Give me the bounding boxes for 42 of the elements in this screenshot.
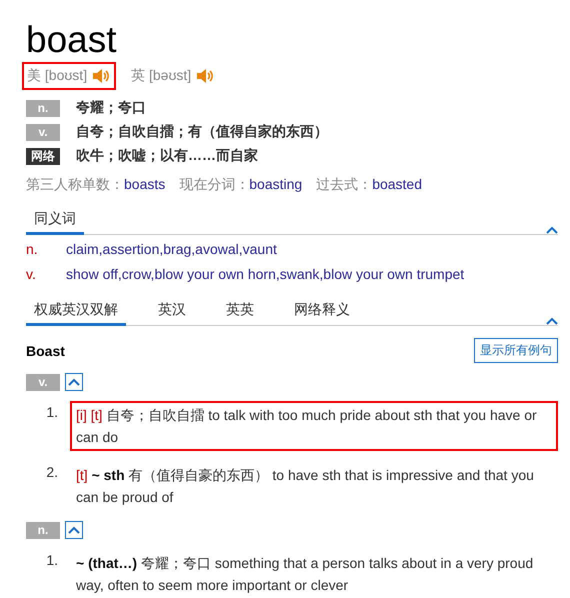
pos-label: v.	[26, 265, 37, 284]
synonym-links[interactable]: claim,assertion,brag,avowal,vaunt	[66, 237, 277, 262]
inflection-link[interactable]: boasts	[124, 176, 166, 192]
pos-tag: n.	[26, 100, 60, 116]
speaker-icon[interactable]	[91, 66, 112, 86]
collapse-toggle[interactable]	[65, 521, 83, 539]
collapse-icon[interactable]	[546, 317, 558, 325]
pos-tag: v.	[26, 374, 60, 390]
meaning-text: 夸耀；夸口	[76, 99, 146, 117]
sense-definition: ~ (that…) 夸耀；夸口 something that a person talks about in a very proud way, often to seem more important or clever	[75, 554, 534, 595]
inflection-label: 第三人称单数：	[26, 176, 124, 192]
speaker-icon[interactable]	[195, 66, 216, 86]
collapse-icon[interactable]	[546, 226, 558, 234]
collapse-icon[interactable]	[68, 526, 80, 534]
inflection-link[interactable]: boasted	[372, 176, 422, 192]
sense-number: 1.	[45, 403, 59, 422]
tab[interactable]: 权威英汉双解	[26, 295, 126, 326]
pos-tag: v.	[26, 124, 60, 140]
sense-number: 1.	[45, 551, 59, 570]
tab[interactable]: 英汉	[150, 295, 194, 326]
pronunciation-text: 美 [boʊst]	[27, 67, 88, 85]
sense-definition: [i] [t] 自夸；自吹自擂 to talk with too much pride about sth that you have or can do	[70, 401, 558, 451]
pos-tag: n.	[26, 522, 60, 538]
tab[interactable]: 英英	[218, 295, 262, 326]
tab[interactable]: 同义词	[26, 204, 84, 235]
entry-headword: Boast	[26, 342, 65, 358]
inflection-label: 过去式：	[316, 176, 372, 192]
sense-definition: [t] ~ sth 有（值得自豪的东西） to have sth that is impressive and that you can be proud of	[75, 466, 535, 507]
headword: boast	[26, 18, 118, 62]
meaning-text: 吹牛；吹嘘；以有……而自家	[76, 147, 258, 165]
inflection-link[interactable]: boasting	[249, 176, 302, 192]
pos-tag: 网络	[26, 148, 60, 164]
show-examples-button[interactable]: 显示所有例句	[474, 338, 558, 363]
inflection-label: 现在分词：	[179, 176, 250, 192]
sense-number: 2.	[45, 463, 59, 482]
tab[interactable]: 网络释义	[286, 295, 358, 326]
meaning-text: 自夸；自吹自擂；有（值得自家的东西）	[76, 123, 328, 141]
pos-label: n.	[26, 240, 39, 259]
synonym-links[interactable]: show off,crow,blow your own horn,swank,blow your own trumpet	[66, 262, 464, 287]
collapse-toggle[interactable]	[65, 373, 83, 391]
pronunciation-text: 英 [bəʊst]	[131, 67, 192, 85]
collapse-icon[interactable]	[68, 378, 80, 386]
